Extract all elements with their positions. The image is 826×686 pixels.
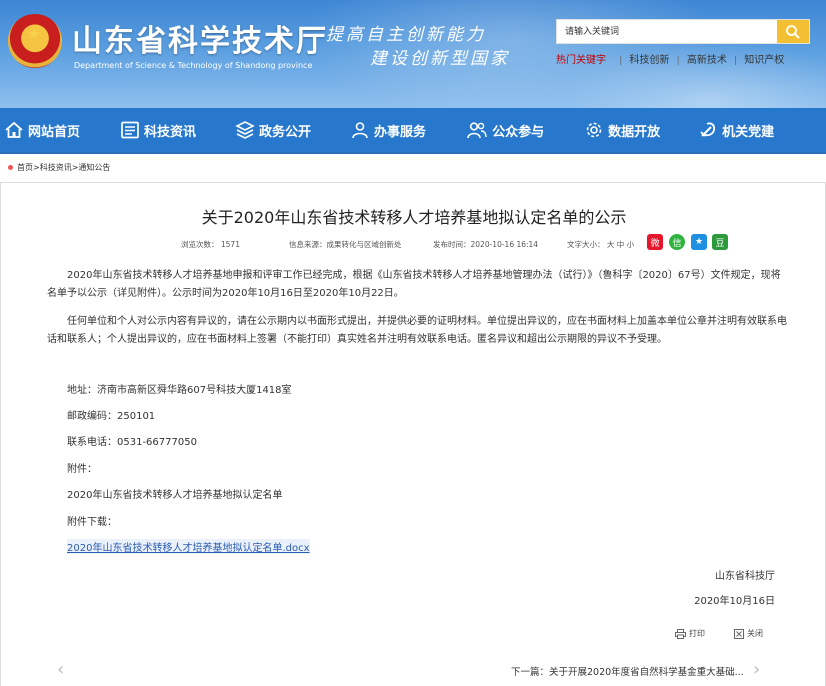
main-nav: 网站首页 科技资讯 政务公开 办事服务 公众参与 数据开放 机关党建 (0, 108, 826, 154)
signature: 山东省科技厅 (715, 571, 775, 582)
sign-date: 2020年10月16日 (694, 596, 775, 607)
next-article-link[interactable]: 下一篇：关于开展2020年度省自然科学基金重大基础... (511, 664, 744, 678)
next-arrow-icon[interactable]: › (753, 659, 760, 680)
gear-icon (586, 122, 602, 138)
search-box (556, 19, 810, 44)
nav-item-label: 公众参与 (492, 124, 545, 140)
view-count: 浏览次数： 1571 (181, 240, 240, 249)
weibo-share-icon[interactable]: 微 (647, 234, 663, 250)
hot-keyword-link[interactable]: 知识产权 (744, 55, 784, 66)
party-icon (700, 122, 716, 137)
breadcrumb: 首页 > 科技资讯 > 通知公告 (8, 162, 110, 173)
site-title[interactable]: 山东省科学技术厅 (72, 16, 328, 60)
close-label: 关闭 (747, 629, 763, 638)
print-button[interactable]: 打印 (675, 628, 705, 639)
layers-icon (235, 121, 255, 139)
site-header: ★ 山东省科学技术厅 Department of Science & Techn… (0, 0, 826, 108)
font-size-control: 文字大小： 大 中 小 (567, 239, 634, 250)
font-size-label: 文字大小： (567, 240, 605, 249)
nav-item-label: 数据开放 (608, 124, 661, 140)
nav-item-news[interactable]: 科技资讯 (120, 107, 196, 153)
breadcrumb-link-notice[interactable]: 通知公告 (78, 162, 110, 173)
font-size-small[interactable]: 小 (627, 240, 635, 249)
attachment-label: 附件： (67, 464, 97, 475)
hot-keyword-link[interactable]: 高新技术 (687, 55, 727, 66)
nav-item-label: 政务公开 (259, 124, 312, 140)
article-title: 关于2020年山东省技术转移人才培养基地拟认定名单的公示 (201, 208, 627, 227)
nav-item-government[interactable]: 政务公开 (235, 107, 311, 153)
national-emblem-icon: ★ (8, 14, 62, 68)
nav-item-party[interactable]: 机关党建 (698, 107, 774, 153)
hot-keywords: 热门关键字 | 科技创新 | 高新技术 | 知识产权 (556, 55, 785, 66)
search-input[interactable] (557, 20, 779, 43)
nav-item-service[interactable]: 办事服务 (350, 107, 426, 153)
close-button[interactable]: 关闭 (734, 628, 763, 639)
article-paragraph: 任何单位和个人对公示内容有异议的，请在公示期内以书面形式提出，并提供必要的证明材… (47, 316, 787, 345)
nav-item-participation[interactable]: 公众参与 (466, 107, 544, 153)
news-icon (121, 121, 139, 139)
article-paragraph: 2020年山东省技术转移人才培养基地申报和评审工作已经完成，根据《山东省技术转移… (47, 270, 781, 299)
previous-arrow-icon[interactable]: ‹ (57, 659, 64, 680)
contact-phone: 联系电话：0531-66777050 (67, 437, 197, 448)
info-source: 信息来源：成果转化与区域创新处 (289, 240, 402, 249)
font-size-large[interactable]: 大 (607, 240, 615, 249)
breadcrumb-separator: > (71, 163, 79, 172)
attachment-name: 2020年山东省技术转移人才培养基地拟认定名单 (67, 490, 283, 501)
nav-item-home[interactable]: 网站首页 (4, 107, 80, 153)
close-icon (734, 628, 744, 639)
hot-keywords-label: 热门关键字 (556, 55, 606, 66)
slogan-line-1: 提高自主创新能力 (326, 25, 486, 45)
hot-keyword-link[interactable]: 科技创新 (629, 55, 669, 66)
slogan-line-2: 建设创新型国家 (370, 49, 510, 69)
breadcrumb-link-home[interactable]: 首页 (17, 162, 33, 173)
breadcrumb-link-news[interactable]: 科技资讯 (40, 162, 72, 173)
douban-share-icon[interactable]: 豆 (712, 234, 728, 250)
home-icon (5, 121, 23, 138)
qzone-share-icon[interactable]: ★ (691, 234, 707, 250)
breadcrumb-separator: > (33, 163, 40, 172)
download-label: 附件下载： (67, 517, 117, 528)
font-size-medium[interactable]: 中 (617, 240, 625, 249)
service-icon (352, 122, 368, 139)
printer-icon (675, 628, 686, 639)
location-dot-icon (8, 165, 13, 170)
nav-item-label: 办事服务 (374, 124, 427, 140)
publish-time: 发布时间：2020-10-16 16:14 (433, 240, 539, 249)
search-icon (786, 24, 800, 39)
site-subtitle: Department of Science & Technology of Sh… (74, 61, 313, 70)
nav-item-label: 机关党建 (722, 124, 775, 140)
nav-item-label: 网站首页 (28, 124, 81, 140)
contact-postcode: 邮政编码：250101 (67, 411, 156, 422)
nav-item-label: 科技资讯 (144, 124, 197, 140)
wechat-share-icon[interactable]: 信 (669, 234, 685, 250)
nav-item-open-data[interactable]: 数据开放 (584, 107, 660, 153)
search-button[interactable] (777, 20, 809, 43)
attachment-download-link[interactable]: 2020年山东省技术转移人才培养基地拟认定名单.docx (67, 539, 310, 554)
people-icon (467, 122, 487, 139)
print-label: 打印 (689, 629, 705, 638)
article-container: 关于2020年山东省技术转移人才培养基地拟认定名单的公示 浏览次数： 1571 … (0, 182, 826, 686)
contact-address: 地址：济南市高新区舜华路607号科技大厦1418室 (67, 385, 292, 396)
